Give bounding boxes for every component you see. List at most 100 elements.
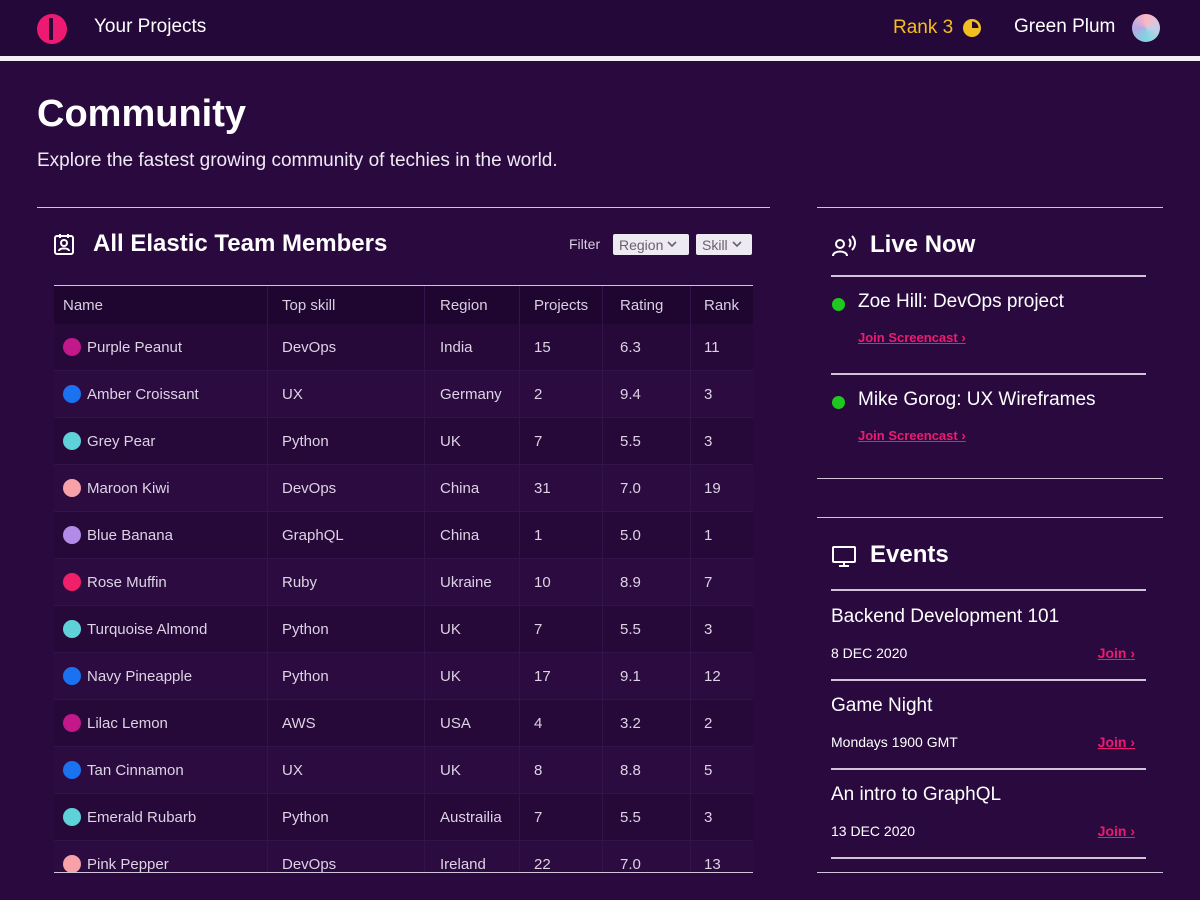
rating-cell: 5.0 bbox=[620, 527, 641, 544]
table-row[interactable]: Turquoise Almond Python UK 7 5.5 3 bbox=[54, 606, 753, 653]
table-row[interactable]: Rose Muffin Ruby Ukraine 10 8.9 7 bbox=[54, 559, 753, 606]
member-avatar bbox=[63, 479, 81, 497]
event-join-link[interactable]: Join › bbox=[1098, 823, 1135, 839]
divider bbox=[831, 857, 1146, 859]
member-name-cell: Tan Cinnamon bbox=[87, 762, 184, 779]
member-name-cell: Blue Banana bbox=[87, 527, 173, 544]
region-cell: China bbox=[440, 480, 480, 497]
region-cell: UK bbox=[440, 433, 461, 450]
page-title: Community bbox=[37, 93, 246, 135]
rank-cell: 19 bbox=[704, 480, 721, 497]
user-name[interactable]: Green Plum bbox=[1014, 16, 1115, 38]
table-row[interactable]: Navy Pineapple Python UK 17 9.1 12 bbox=[54, 653, 753, 700]
projects-cell: 31 bbox=[534, 480, 551, 497]
members-title: All Elastic Team Members bbox=[93, 230, 388, 257]
skill-filter-select[interactable]: Skill bbox=[696, 234, 752, 255]
top-skill-cell: UX bbox=[282, 386, 303, 403]
column-header-rating[interactable]: Rating bbox=[620, 297, 663, 314]
projects-cell: 10 bbox=[534, 574, 551, 591]
rank-cell: 11 bbox=[704, 339, 720, 356]
region-filter-select[interactable]: Region bbox=[613, 234, 689, 255]
table-row[interactable]: Amber Croissant UX Germany 2 9.4 3 bbox=[54, 371, 753, 418]
member-avatar bbox=[63, 620, 81, 638]
event-join-link[interactable]: Join › bbox=[1098, 645, 1135, 661]
projects-cell: 17 bbox=[534, 668, 551, 685]
members-table[interactable]: Name Top skill Region Projects Rating Ra… bbox=[54, 285, 753, 873]
region-cell: USA bbox=[440, 715, 471, 732]
top-skill-cell: DevOps bbox=[282, 339, 337, 356]
join-screencast-link[interactable]: Join Screencast › bbox=[858, 428, 966, 443]
column-separator bbox=[267, 286, 268, 872]
members-panel: All Elastic Team Members Filter Region S… bbox=[37, 207, 770, 877]
member-avatar bbox=[63, 667, 81, 685]
member-avatar bbox=[63, 855, 81, 872]
rating-cell: 6.3 bbox=[620, 339, 641, 356]
projects-cell: 1 bbox=[534, 527, 543, 544]
column-header-region[interactable]: Region bbox=[440, 297, 488, 314]
member-name-cell: Rose Muffin bbox=[87, 574, 167, 591]
rank-cell: 2 bbox=[704, 715, 713, 732]
projects-cell: 4 bbox=[534, 715, 543, 732]
divider bbox=[831, 768, 1146, 770]
region-cell: Ireland bbox=[440, 856, 486, 873]
top-skill-cell: Python bbox=[282, 433, 329, 450]
column-header-name[interactable]: Name bbox=[63, 297, 103, 314]
table-row[interactable]: Blue Banana GraphQL China 1 5.0 1 bbox=[54, 512, 753, 559]
projects-cell: 8 bbox=[534, 762, 543, 779]
join-screencast-link[interactable]: Join Screencast › bbox=[858, 330, 966, 345]
avatar[interactable] bbox=[1132, 14, 1160, 42]
projects-cell: 2 bbox=[534, 386, 543, 403]
table-row[interactable]: Grey Pear Python UK 7 5.5 3 bbox=[54, 418, 753, 465]
event-title: Game Night bbox=[831, 695, 933, 716]
table-row[interactable]: Emerald Rubarb Python Austrailia 7 5.5 3 bbox=[54, 794, 753, 841]
table-row[interactable]: Purple Peanut DevOps India 15 6.3 11 bbox=[54, 324, 753, 371]
rating-cell: 8.8 bbox=[620, 762, 641, 779]
rank-cell: 3 bbox=[704, 433, 713, 450]
projects-cell: 7 bbox=[534, 621, 543, 638]
rating-cell: 9.4 bbox=[620, 386, 641, 403]
projects-cell: 15 bbox=[534, 339, 551, 356]
member-name-cell: Lilac Lemon bbox=[87, 715, 168, 732]
live-now-title: Live Now bbox=[870, 231, 976, 258]
column-header-projects[interactable]: Projects bbox=[534, 297, 588, 314]
nav-your-projects-link[interactable]: Your Projects bbox=[94, 16, 206, 38]
rank-cell: 1 bbox=[704, 527, 713, 544]
region-cell: UK bbox=[440, 668, 461, 685]
top-skill-cell: Python bbox=[282, 809, 329, 826]
column-separator bbox=[602, 286, 603, 872]
member-name-cell: Pink Pepper bbox=[87, 856, 169, 873]
rating-cell: 3.2 bbox=[620, 715, 641, 732]
column-separator bbox=[690, 286, 691, 872]
table-row[interactable]: Lilac Lemon AWS USA 4 3.2 2 bbox=[54, 700, 753, 747]
region-cell: UK bbox=[440, 762, 461, 779]
divider bbox=[831, 589, 1146, 591]
column-header-rank[interactable]: Rank bbox=[704, 297, 739, 314]
table-row[interactable]: Tan Cinnamon UX UK 8 8.8 5 bbox=[54, 747, 753, 794]
live-status-dot bbox=[832, 298, 845, 311]
event-date: 13 DEC 2020 bbox=[831, 823, 916, 839]
member-avatar bbox=[63, 385, 81, 403]
event-join-link[interactable]: Join › bbox=[1098, 734, 1135, 750]
projects-cell: 7 bbox=[534, 433, 543, 450]
live-item-title: Mike Gorog: UX Wireframes bbox=[858, 389, 1096, 410]
column-header-top-skill[interactable]: Top skill bbox=[282, 297, 335, 314]
member-name-cell: Purple Peanut bbox=[87, 339, 183, 356]
skill-filter-value: Skill bbox=[702, 236, 728, 253]
broadcast-user-icon bbox=[832, 235, 856, 257]
member-avatar bbox=[63, 338, 81, 356]
rank-cell: 5 bbox=[704, 762, 713, 779]
top-skill-cell: DevOps bbox=[282, 480, 337, 497]
column-separator bbox=[519, 286, 520, 872]
logo-icon[interactable] bbox=[37, 14, 67, 44]
table-row[interactable]: Pink Pepper DevOps Ireland 22 7.0 13 bbox=[54, 841, 753, 873]
projects-cell: 22 bbox=[534, 856, 551, 873]
live-item-title: Zoe Hill: DevOps project bbox=[858, 291, 1064, 312]
rating-cell: 9.1 bbox=[620, 668, 641, 685]
top-skill-cell: Ruby bbox=[282, 574, 318, 591]
top-skill-cell: Python bbox=[282, 668, 329, 685]
table-row[interactable]: Maroon Kiwi DevOps China 31 7.0 19 bbox=[54, 465, 753, 512]
rank-cell: 13 bbox=[704, 856, 721, 873]
divider bbox=[831, 373, 1146, 375]
chevron-down-icon bbox=[667, 241, 677, 248]
rating-cell: 5.5 bbox=[620, 621, 641, 638]
